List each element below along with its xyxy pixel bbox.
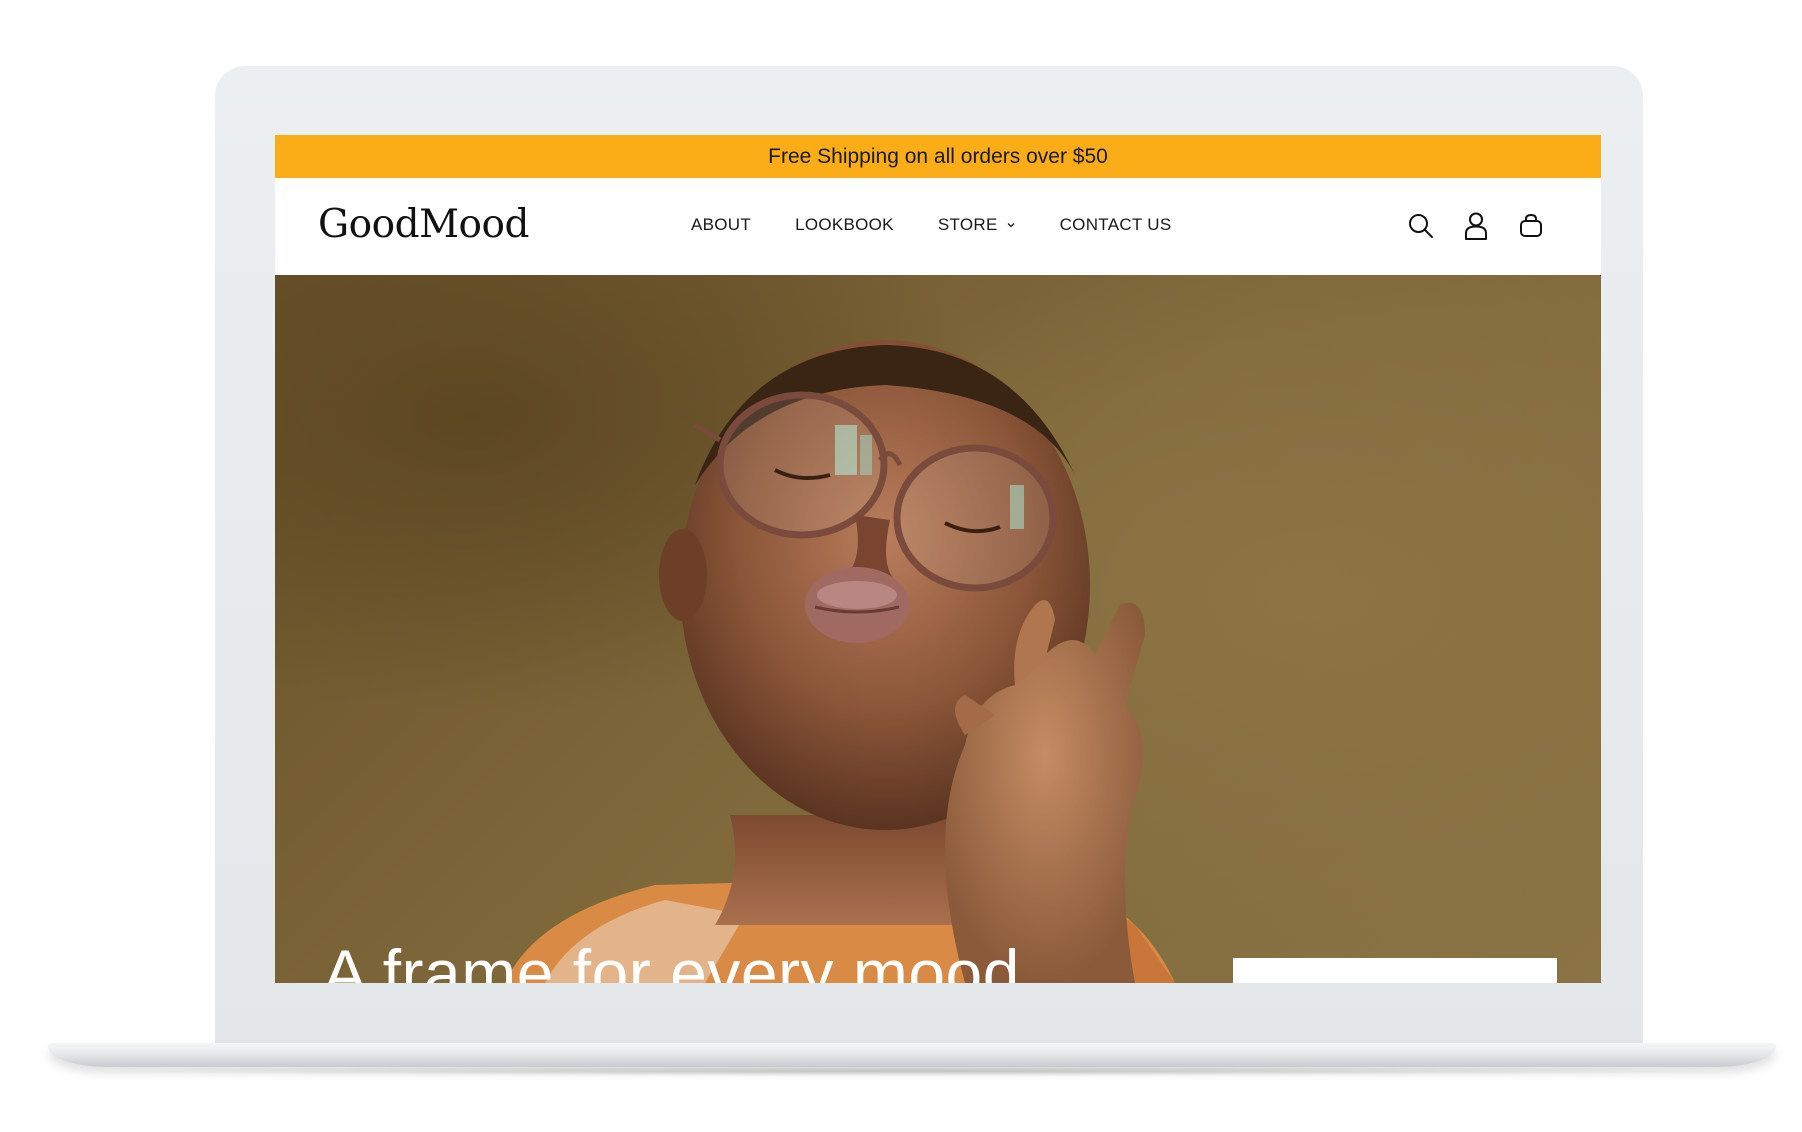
laptop-shadow (80, 1066, 1744, 1076)
nav-item-label: ABOUT (691, 215, 752, 234)
nav-item-label: LOOKBOOK (795, 215, 894, 234)
nav-item-contact-us[interactable]: CONTACT US (1060, 215, 1172, 235)
cart-icon[interactable] (1517, 212, 1545, 240)
account-icon[interactable] (1463, 211, 1489, 241)
nav-item-label: STORE (937, 215, 998, 234)
announcement-text: Free Shipping on all orders over $50 (768, 144, 1108, 168)
site-header: GoodMood ABOUT LOOKBOOK STORE CONTACT US (275, 178, 1601, 275)
laptop-base (48, 1043, 1776, 1067)
hero-cta-button[interactable] (1233, 958, 1557, 983)
nav-item-store[interactable]: STORE (938, 215, 1016, 235)
search-icon[interactable] (1407, 212, 1435, 240)
laptop-screen: Free Shipping on all orders over $50 Goo… (275, 135, 1601, 983)
hero-banner: A frame for every mood (275, 275, 1601, 983)
logo[interactable]: GoodMood (318, 202, 529, 247)
hero-title: A frame for every mood (323, 936, 1020, 983)
nav-item-lookbook[interactable]: LOOKBOOK (795, 215, 894, 235)
header-icons (1407, 211, 1545, 241)
main-nav: ABOUT LOOKBOOK STORE CONTACT US (691, 215, 1172, 235)
announcement-bar: Free Shipping on all orders over $50 (275, 135, 1601, 178)
nav-item-about[interactable]: ABOUT (691, 215, 751, 235)
nav-item-label: CONTACT US (1059, 215, 1172, 234)
hero-image (505, 340, 1175, 983)
chevron-down-icon (1007, 223, 1015, 228)
